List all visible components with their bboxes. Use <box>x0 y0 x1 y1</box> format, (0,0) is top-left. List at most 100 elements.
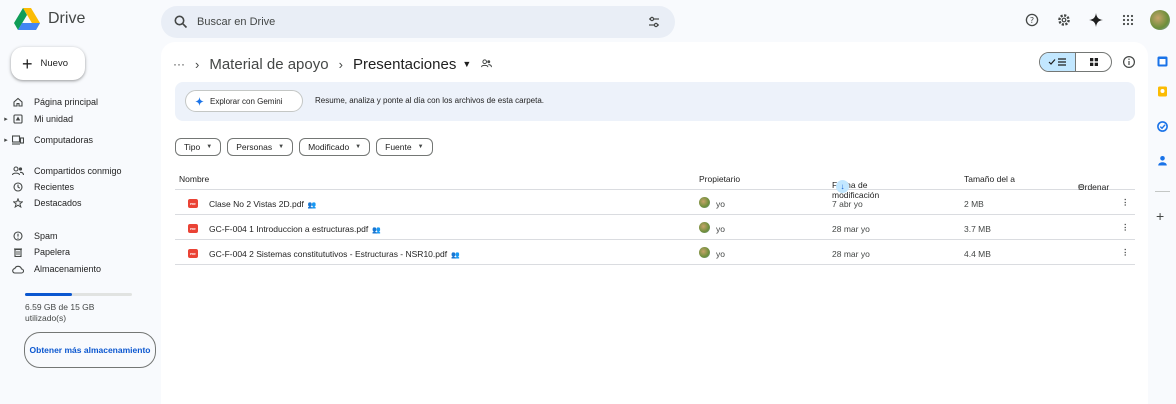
owner: yo <box>716 199 725 209</box>
sidebar-item-my-drive[interactable]: ▸ Mi unidad <box>0 111 73 127</box>
modified-date: 28 mar yo <box>832 224 870 234</box>
shared-people-icon: 👥 <box>307 202 317 209</box>
breadcrumb: ··· › Material de apoyo › Presentaciones… <box>173 54 493 74</box>
app-name: Drive <box>48 10 86 27</box>
filter-modified-chip[interactable]: Modificado ▼ <box>299 138 371 156</box>
modified-date: 7 abr yo <box>832 199 863 209</box>
sidebar-item-home[interactable]: Página principal <box>0 94 98 110</box>
trash-icon <box>12 246 24 258</box>
keep-icon[interactable] <box>1157 86 1168 97</box>
table-row[interactable]: PDF GC-F-004 1 Introduccion a estructura… <box>175 216 1135 240</box>
sidebar-item-label: Computadoras <box>34 135 94 145</box>
sidebar-item-label: Spam <box>34 231 58 241</box>
owner: yo <box>716 224 725 234</box>
clock-icon <box>12 181 24 193</box>
get-more-storage-button[interactable]: Obtener más almacenamiento <box>24 332 156 368</box>
table-row[interactable]: PDF Clase No 2 Vistas 2D.pdf 👥 yo 7 abr y… <box>175 191 1135 215</box>
caret-down-icon[interactable]: ▼ <box>462 59 471 69</box>
file-name: Clase No 2 Vistas 2D.pdf 👥 <box>209 199 317 209</box>
storage-usage-text: 6.59 GB de 15 GB utilizado(s) <box>25 302 95 323</box>
settings-gear-icon[interactable] <box>1054 10 1074 30</box>
sidebar-item-trash[interactable]: Papelera <box>0 244 70 260</box>
view-toggle <box>1039 52 1112 72</box>
list-view-button[interactable] <box>1040 53 1076 71</box>
more-options-icon[interactable]: ⋮ <box>1121 247 1130 258</box>
table-row[interactable]: PDF GC-F-004 2 Sistemas constitututivos … <box>175 241 1135 265</box>
spam-icon <box>12 230 24 242</box>
grid-view-button[interactable] <box>1076 53 1111 71</box>
breadcrumb-current[interactable]: Presentaciones <box>353 56 456 73</box>
gemini-banner-text: Resume, analiza y ponte al día con los a… <box>315 96 545 105</box>
caret-down-icon: ▼ <box>417 144 424 150</box>
filter-chips: Tipo ▼ Personas ▼ Modificado ▼ Fuente ▼ <box>175 138 433 156</box>
filter-source-chip[interactable]: Fuente ▼ <box>376 138 433 156</box>
home-icon <box>12 96 24 108</box>
sidebar-item-computers[interactable]: ▸ Computadoras <box>0 132 93 148</box>
chevron-right-icon: › <box>338 56 343 72</box>
pdf-file-icon: PDF <box>188 249 198 258</box>
sidebar-item-spam[interactable]: Spam <box>0 228 58 244</box>
help-icon[interactable]: ? <box>1022 10 1042 30</box>
top-actions: ? <box>1022 10 1170 30</box>
top-bar: Drive Buscar en Drive ? <box>0 0 1176 42</box>
apps-grid-icon[interactable] <box>1118 10 1138 30</box>
breadcrumb-overflow-button[interactable]: ··· <box>173 57 185 71</box>
expand-arrow-icon[interactable]: ▸ <box>2 136 10 144</box>
tasks-icon[interactable] <box>1157 121 1168 132</box>
new-button[interactable]: + Nuevo <box>11 47 85 80</box>
sidebar-item-recent[interactable]: Recientes <box>0 179 74 195</box>
search-options-icon[interactable] <box>647 15 661 29</box>
filter-people-chip[interactable]: Personas ▼ <box>227 138 294 156</box>
more-options-icon[interactable]: ⋮ <box>1121 197 1130 208</box>
drive-logo[interactable]: Drive <box>14 8 85 30</box>
gemini-sparkle-icon[interactable] <box>1086 10 1106 30</box>
file-name-text: GC-F-004 1 Introduccion a estructuras.pd… <box>209 224 369 234</box>
sidebar-item-label: Destacados <box>34 198 82 208</box>
search-icon[interactable] <box>173 14 189 30</box>
column-header-name[interactable]: Nombre <box>179 174 209 184</box>
cloud-icon <box>12 263 24 275</box>
add-addon-icon[interactable]: + <box>1156 208 1164 224</box>
shared-folder-icon <box>481 58 493 70</box>
breadcrumb-parent[interactable]: Material de apoyo <box>209 56 328 73</box>
filter-chip-label: Fuente <box>385 142 412 152</box>
file-size: 4.4 MB <box>964 249 991 259</box>
people-icon <box>12 165 24 177</box>
shared-people-icon: 👥 <box>451 252 460 259</box>
expand-arrow-icon[interactable]: ▸ <box>2 115 10 123</box>
filter-chip-label: Tipo <box>184 142 201 152</box>
file-name: GC-F-004 1 Introduccion a estructuras.pd… <box>209 224 381 234</box>
caret-down-icon: ▼ <box>206 144 213 150</box>
star-icon <box>12 197 24 209</box>
sidebar: + Nuevo Página principal ▸ Mi unidad ▸ C… <box>0 42 160 404</box>
sidebar-item-starred[interactable]: Destacados <box>0 195 82 211</box>
explore-gemini-button[interactable]: Explorar con Gemini <box>185 90 303 112</box>
filter-chip-label: Modificado <box>308 142 350 152</box>
explore-gemini-label: Explorar con Gemini <box>210 96 283 106</box>
file-name-text: Clase No 2 Vistas 2D.pdf <box>209 199 304 209</box>
more-options-icon[interactable]: ⋮ <box>1121 222 1130 233</box>
account-avatar[interactable] <box>1150 10 1170 30</box>
sidebar-item-label: Papelera <box>34 247 71 257</box>
contacts-icon[interactable] <box>1157 155 1168 166</box>
sidebar-item-storage[interactable]: Almacenamiento <box>0 261 101 277</box>
grid-icon <box>1089 58 1098 66</box>
column-header-size[interactable]: Tamaño del a <box>964 174 1015 184</box>
svg-text:?: ? <box>1030 16 1034 25</box>
info-icon[interactable] <box>1122 55 1136 69</box>
main-panel: ··· › Material de apoyo › Presentaciones… <box>161 42 1148 404</box>
storage-progress-fill <box>25 293 73 296</box>
shared-people-icon: 👥 <box>372 227 381 234</box>
column-header-owner[interactable]: Propietario <box>699 174 740 184</box>
gemini-sparkle-icon <box>195 96 204 106</box>
sidebar-item-shared[interactable]: Compartidos conmigo <box>0 163 122 179</box>
caret-down-icon: ▼ <box>355 144 362 150</box>
search-input[interactable]: Buscar en Drive <box>197 16 275 28</box>
my-drive-icon <box>12 113 24 125</box>
filter-type-chip[interactable]: Tipo ▼ <box>175 138 222 156</box>
calendar-icon[interactable] <box>1157 56 1168 67</box>
search-box[interactable]: Buscar en Drive <box>161 6 675 38</box>
owner-avatar <box>699 247 710 258</box>
sidebar-item-label: Compartidos conmigo <box>34 166 122 176</box>
side-panel-rail: + <box>1148 42 1176 404</box>
